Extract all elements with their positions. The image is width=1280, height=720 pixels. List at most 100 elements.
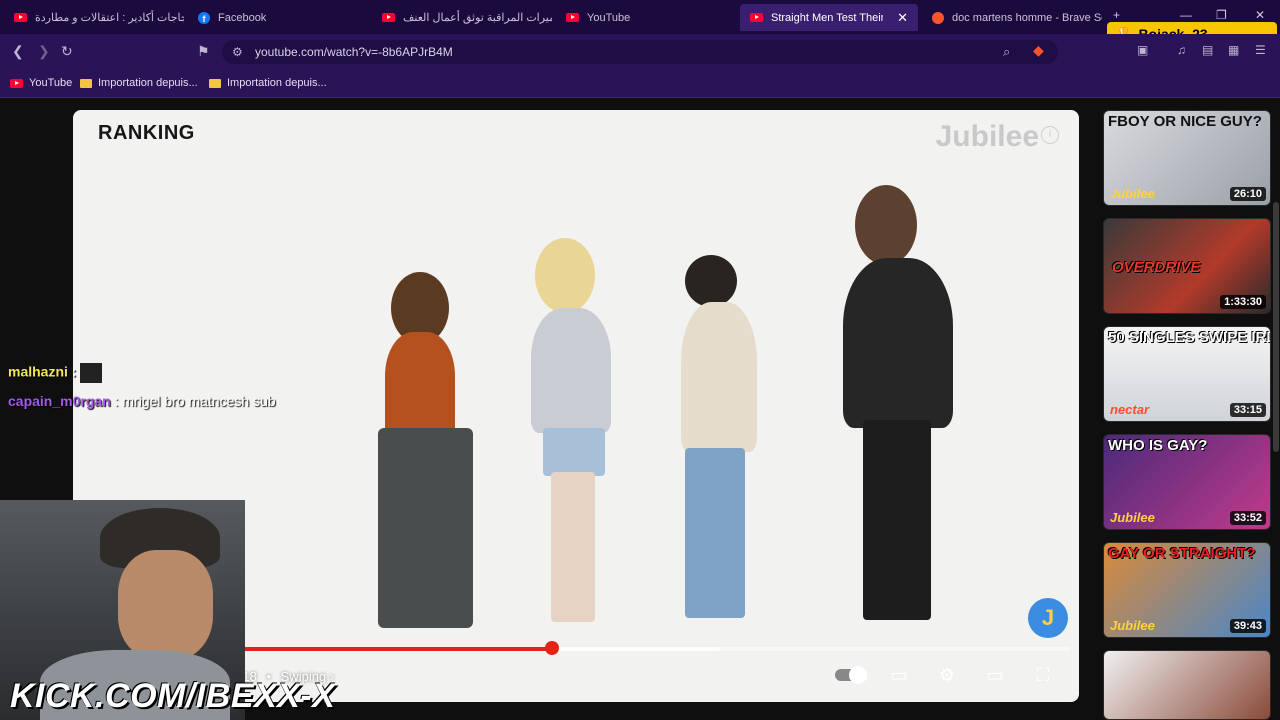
video-thumb-title: 50 SINGLES SWIPE IRL [1108,329,1271,346]
tab-surveillance-cameras[interactable]: كاميرات المراقبة توثق أعمال العنف [372,4,552,31]
ranking-label: RANKING [98,122,195,145]
jubilee-channel-logo[interactable]: J [1028,598,1068,638]
person-head [855,185,917,265]
video-brand: Jubilee [1110,510,1155,525]
youtube-icon [382,13,395,22]
tab-label: Facebook [218,11,267,24]
bookmark-label: Importation depuis... [227,77,327,89]
bookmark-folder-1[interactable]: Importation depuis... [80,77,198,89]
video-thumb-title: OVERDRIVE [1112,259,1201,276]
person-shorts [543,428,605,476]
related-video-card[interactable]: WHO IS GAY? Jubilee 33:52 [1103,434,1271,530]
fullscreen-icon[interactable]: ⛶ [1031,665,1055,685]
video-duration: 26:10 [1229,187,1266,201]
tab-label: YouTube [587,11,631,24]
tab-facebook[interactable]: f Facebook [188,4,368,31]
minimize-icon[interactable]: — [1180,8,1192,22]
bookmarks-bar: YouTube Importation depuis... Importatio… [0,70,1280,98]
tab-label: احتجاجات أكادير : اعتقالات و مطاردة [35,12,184,24]
wallet-icon[interactable]: ▤ [1202,43,1213,57]
forward-icon[interactable]: ❯ [38,43,50,60]
youtube-icon [10,78,23,88]
person-legs [378,428,473,628]
video-brand: Jubilee [1110,186,1155,201]
chat-username: capain_m0rgan [8,393,111,409]
video-brand: nectar [1110,402,1150,417]
sidebar-icon[interactable]: ▣ [1137,43,1148,57]
related-video-card[interactable]: GAY OR STRAIGHT? Jubilee 39:43 [1103,542,1271,638]
tab-youtube[interactable]: YouTube [556,4,736,31]
brave-shields-icon[interactable]: ◆ [1033,42,1044,59]
media-icon[interactable]: ♫ [1177,43,1186,57]
extensions-icon[interactable]: ▦ [1228,43,1239,57]
scrubber-handle[interactable] [545,641,560,655]
search-icon[interactable]: ⌕ [1003,44,1010,60]
person-legs [551,472,595,622]
person-body [531,308,611,433]
person-head [535,238,595,313]
theater-mode-icon[interactable]: ▭ [983,665,1007,685]
chat-username: malhazni [8,363,68,380]
ranking-text: RANKING [98,122,195,144]
brave-search-icon [932,11,944,24]
close-window-icon[interactable]: ✕ [1255,8,1265,22]
video-thumb-title: GAY OR STRAIGHT? [1108,545,1256,562]
autoplay-toggle-icon [835,666,867,684]
subtitles-icon[interactable]: ▭ [887,665,911,685]
progress-played [193,647,553,651]
progress-bar[interactable] [193,647,1069,651]
url-text: youtube.com/watch?v=-8b6APJrB4M [255,45,453,59]
browser-tab-bar: احتجاجات أكادير : اعتقالات و مطاردة f Fa… [0,0,1280,34]
folder-icon [80,78,92,88]
bookmark-icon[interactable]: ⚑ [197,43,210,60]
video-duration: 1:33:30 [1220,295,1266,309]
chat-text: : mrigel bro matncesh sub [114,393,276,409]
person-body [385,332,455,442]
bookmark-youtube[interactable]: YouTube [10,77,72,89]
maximize-icon[interactable]: ❐ [1216,8,1227,22]
tab-doc-martens-search[interactable]: doc martens homme - Brave Se [922,4,1102,31]
person-legs [685,448,745,618]
autoplay-toggle[interactable] [833,665,867,685]
bookmark-folder-2[interactable]: Importation depuis... [209,77,327,89]
reload-icon[interactable]: ↻ [61,43,73,60]
face [118,550,213,660]
video-thumb-title: FBOY OR NICE GUY? [1108,113,1262,130]
kick-channel-banner: KICK.COM/IBEXX-X [10,677,336,715]
facebook-icon: f [198,11,210,24]
youtube-icon [566,13,579,22]
tab-label: doc martens homme - Brave Se [952,11,1102,24]
related-video-card[interactable]: OVERDRIVE 1:33:30 [1103,218,1271,314]
youtube-icon [14,13,27,22]
related-video-card[interactable]: FBOY OR NICE GUY? Jubilee 26:10 [1103,110,1271,206]
tab-agadir-protests[interactable]: احتجاجات أكادير : اعتقالات و مطاردة [4,4,184,31]
related-video-card[interactable] [1103,650,1271,720]
chat-message: capain_m0rgan : mrigel bro matncesh sub [8,393,276,409]
tab-label: كاميرات المراقبة توثق أعمال العنف [403,12,552,24]
bookmark-label: YouTube [29,77,73,89]
folder-icon [209,78,221,88]
chat-message: malhazni : [8,363,103,383]
menu-icon[interactable]: ☰ [1255,43,1266,57]
settings-icon[interactable]: ⚙ [935,665,959,685]
address-bar-row: ❮ ❯ ↻ ⚑ ⚙ youtube.com/watch?v=-8b6APJrB4… [0,34,1280,70]
site-settings-icon[interactable]: ⚙ [232,45,243,59]
sidebar-scrollbar[interactable] [1273,202,1279,452]
video-duration: 39:43 [1229,619,1266,633]
tab-straight-men-test[interactable]: Straight Men Test Their Gay ✕ [740,4,918,31]
info-icon[interactable]: i [1041,126,1059,144]
person-body [681,302,757,452]
bookmark-label: Importation depuis... [98,77,198,89]
video-brand: Jubilee [1110,618,1155,633]
close-tab-icon[interactable]: ✕ [897,10,908,26]
jubilee-watermark: Jubilee [935,120,1039,153]
video-duration: 33:52 [1229,511,1266,525]
video-thumb-title: WHO IS GAY? [1108,437,1208,454]
related-video-card[interactable]: 50 SINGLES SWIPE IRL nectar 33:15 [1103,326,1271,422]
video-duration: 33:15 [1229,403,1266,417]
new-tab-icon[interactable]: + [1113,8,1120,22]
tab-label: Straight Men Test Their Gay [771,11,884,24]
emote-icon [80,363,103,383]
url-field[interactable]: ⚙ youtube.com/watch?v=-8b6APJrB4M [222,40,1058,64]
back-icon[interactable]: ❮ [12,43,24,60]
